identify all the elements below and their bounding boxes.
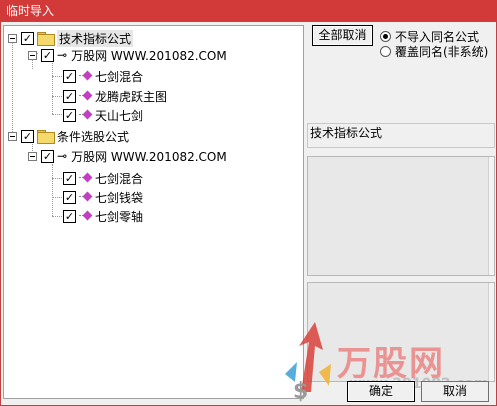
vendor-checkbox[interactable]: ✓: [41, 48, 54, 62]
key-icon: ⊸: [57, 48, 68, 62]
formula-description-pane[interactable]: [307, 156, 495, 276]
tree-item[interactable]: ✓ 七剑混合: [63, 169, 143, 187]
collapse-icon[interactable]: [28, 151, 37, 161]
tree-group-screening[interactable]: ✓ 条件选股公式: [8, 127, 129, 145]
tree-vendor-node[interactable]: ✓ ⊸ 万股网 WWW.201082.COM: [28, 147, 227, 165]
import-dialog: ✓ 技术指标公式 ✓ ⊸ 万股网 WWW.201082.COM ✓ 七剑混合 ✓…: [0, 22, 497, 406]
tree-item[interactable]: ✓ 七剑零轴: [63, 207, 143, 225]
tree-group-label[interactable]: 技术指标公式: [57, 29, 134, 47]
item-checkbox[interactable]: ✓: [63, 69, 76, 83]
tree-item-label[interactable]: 七剑零轴: [95, 208, 143, 225]
cancel-button[interactable]: 取消: [421, 381, 489, 402]
tree-item-label[interactable]: 龙腾虎跃主图: [95, 88, 167, 105]
radio-button[interactable]: [380, 46, 391, 57]
tree-group-label[interactable]: 条件选股公式: [57, 128, 129, 145]
tree-item-label[interactable]: 七剑钱袋: [95, 189, 143, 206]
radio-overwrite-duplicates[interactable]: 覆盖同名(非系统): [380, 43, 488, 60]
window-title: 临时导入: [0, 0, 497, 22]
collapse-icon[interactable]: [28, 50, 37, 60]
ok-button[interactable]: 确定: [347, 381, 415, 402]
vendor-checkbox[interactable]: ✓: [41, 149, 54, 163]
category-label: 技术指标公式: [307, 123, 495, 148]
tree-item-label[interactable]: 天山七剑: [95, 107, 143, 124]
tree-vendor-label[interactable]: 万股网 WWW.201082.COM: [71, 47, 227, 64]
item-checkbox[interactable]: ✓: [63, 89, 76, 103]
item-checkbox[interactable]: ✓: [63, 209, 76, 223]
collapse-icon[interactable]: [8, 33, 17, 43]
tree-line: [12, 42, 13, 136]
group-checkbox[interactable]: ✓: [21, 129, 34, 143]
formula-icon: [79, 173, 91, 183]
tree-line: [52, 60, 53, 114]
tree-item[interactable]: ✓ 七剑钱袋: [63, 188, 143, 206]
tree-item[interactable]: ✓ 龙腾虎跃主图: [63, 87, 167, 105]
folder-icon: [37, 130, 55, 144]
formula-icon: [79, 91, 91, 101]
tree-group-technical[interactable]: ✓ 技术指标公式: [8, 29, 134, 47]
folder-icon: [37, 32, 55, 46]
formula-icon: [79, 192, 91, 202]
collapse-icon[interactable]: [8, 131, 17, 141]
tree-vendor-label[interactable]: 万股网 WWW.201082.COM: [71, 148, 227, 165]
tree-vendor-node[interactable]: ✓ ⊸ 万股网 WWW.201082.COM: [28, 46, 227, 64]
tree-item-label[interactable]: 七剑混合: [95, 170, 143, 187]
tree-item-label[interactable]: 七剑混合: [95, 68, 143, 85]
radio-label[interactable]: 覆盖同名(非系统): [395, 43, 488, 60]
item-checkbox[interactable]: ✓: [63, 171, 76, 185]
key-icon: ⊸: [57, 149, 68, 163]
deselect-all-button[interactable]: 全部取消: [312, 25, 373, 46]
formula-icon: [79, 211, 91, 221]
svg-text:$: $: [293, 379, 308, 402]
tree-item[interactable]: ✓ 天山七剑: [63, 106, 143, 124]
logo-arrow-icon: $: [285, 322, 331, 402]
radio-button[interactable]: [380, 31, 391, 42]
formula-icon: [79, 71, 91, 81]
tree-item[interactable]: ✓ 七剑混合: [63, 67, 143, 85]
tree-line: [52, 164, 53, 216]
formula-tree[interactable]: ✓ 技术指标公式 ✓ ⊸ 万股网 WWW.201082.COM ✓ 七剑混合 ✓…: [3, 25, 304, 399]
group-checkbox[interactable]: ✓: [21, 31, 34, 45]
item-checkbox[interactable]: ✓: [63, 190, 76, 204]
item-checkbox[interactable]: ✓: [63, 108, 76, 122]
formula-icon: [79, 110, 91, 120]
scrollbar[interactable]: [488, 157, 494, 275]
